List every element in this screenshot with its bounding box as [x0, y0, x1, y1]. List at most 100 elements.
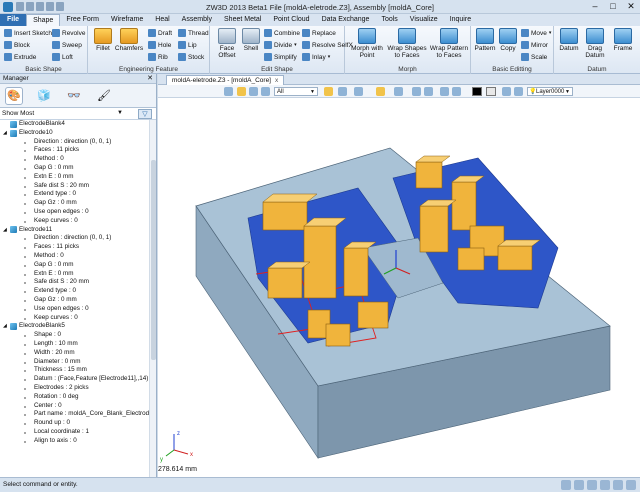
- menu-visualize[interactable]: Visualize: [404, 14, 444, 26]
- tree-property[interactable]: Datum : (Face,Feature [Electrode11],,14): [0, 375, 150, 384]
- section-icon[interactable]: [412, 87, 421, 96]
- shaded-mode-icon[interactable]: [338, 87, 347, 96]
- line-color-swatch[interactable]: [472, 87, 482, 96]
- query-icon[interactable]: [261, 87, 270, 96]
- datum-button[interactable]: Datum: [556, 28, 582, 52]
- insert-sketch-button[interactable]: Insert Sketch: [4, 28, 52, 38]
- palette-tab-icon[interactable]: 🧊: [35, 87, 53, 105]
- tree-property[interactable]: Part name : moldA_Core_Blank_Electrode: [0, 410, 150, 419]
- tree-property[interactable]: Electrodes : 2 picks: [0, 384, 150, 393]
- tree-property[interactable]: Keep curves : 0: [0, 314, 150, 323]
- morph-with-point-button[interactable]: Morph with Point: [349, 28, 385, 59]
- filter-icon[interactable]: ▽: [138, 109, 152, 119]
- scrollbar-thumb[interactable]: [151, 160, 156, 360]
- tree-property[interactable]: Faces : 11 picks: [0, 243, 150, 252]
- mirror-button[interactable]: Mirror: [521, 40, 548, 50]
- menu-heal[interactable]: Heal: [149, 14, 175, 26]
- rib-button[interactable]: Rib: [148, 52, 168, 62]
- tree-property[interactable]: Method : 0: [0, 252, 150, 261]
- menu-tools[interactable]: Tools: [375, 14, 403, 26]
- fillet-button[interactable]: Fillet: [92, 28, 114, 52]
- tree-property[interactable]: Direction : direction (0, 0, 1): [0, 138, 150, 147]
- snap-icon[interactable]: [237, 87, 246, 96]
- pick-filter-select[interactable]: All ▼: [274, 87, 318, 96]
- tree-property[interactable]: Round up : 0: [0, 419, 150, 428]
- tree-property[interactable]: Gap G : 0 mm: [0, 164, 150, 173]
- revolve-button[interactable]: Revolve: [52, 28, 85, 38]
- tree-scrollbar[interactable]: [149, 120, 156, 477]
- tree-property[interactable]: Rotation : 0 deg: [0, 393, 150, 402]
- replace-button[interactable]: Replace: [302, 28, 336, 38]
- tree-property[interactable]: Use open edges : 0: [0, 208, 150, 217]
- lip-button[interactable]: Lip: [178, 40, 197, 50]
- loft-button[interactable]: Loft: [52, 52, 73, 62]
- inlay-button[interactable]: Inlay ▾: [302, 52, 330, 62]
- point-style-icon[interactable]: [502, 87, 511, 96]
- scale-button[interactable]: Scale: [521, 52, 547, 62]
- menu-assembly[interactable]: Assembly: [176, 14, 218, 26]
- history-tab-icon[interactable]: 🎨: [5, 86, 23, 105]
- menu-data-exchange[interactable]: Data Exchange: [316, 14, 376, 26]
- expand-toggle-icon[interactable]: ◢: [3, 322, 8, 331]
- view-tab-icon[interactable]: 👓: [65, 87, 83, 105]
- layer-manager-icon[interactable]: [514, 87, 523, 96]
- pan-icon[interactable]: [600, 480, 610, 490]
- tree-property[interactable]: Extn E : 0 mm: [0, 173, 150, 182]
- menu-point-cloud[interactable]: Point Cloud: [267, 14, 315, 26]
- tree-property[interactable]: Shape : 0: [0, 331, 150, 340]
- zoom-fit-icon[interactable]: [587, 480, 597, 490]
- tree-property[interactable]: Thickness : 15 mm: [0, 366, 150, 375]
- pattern-button[interactable]: Pattern: [473, 28, 497, 52]
- 3d-scene[interactable]: x y z 278.614 mm: [158, 98, 640, 477]
- stock-button[interactable]: Stock: [178, 52, 204, 62]
- menu-wireframe[interactable]: Wireframe: [105, 14, 149, 26]
- face-offset-button[interactable]: Face Offset: [213, 28, 241, 59]
- layer-select[interactable]: 💡 Layer0000 ▼: [527, 87, 573, 96]
- line-style-icon[interactable]: [440, 87, 449, 96]
- wrap-shapes-button[interactable]: Wrap Shapes to Faces: [387, 28, 427, 59]
- view-orient-icon[interactable]: [324, 87, 333, 96]
- close-button[interactable]: ✕: [624, 1, 638, 12]
- simplify-button[interactable]: Simplify: [264, 52, 297, 62]
- menu-sheet-metal[interactable]: Sheet Metal: [218, 14, 267, 26]
- tree-property[interactable]: Length : 10 mm: [0, 340, 150, 349]
- move-button[interactable]: Move ▾: [521, 28, 551, 38]
- wrap-pattern-button[interactable]: Wrap Pattern to Faces: [429, 28, 469, 59]
- shell-button[interactable]: Shell: [240, 28, 262, 52]
- tree-property[interactable]: Extend type : 0: [0, 190, 150, 199]
- hole-button[interactable]: Hole: [148, 40, 171, 50]
- maximize-button[interactable]: □: [606, 1, 620, 12]
- sweep-button[interactable]: Sweep: [52, 40, 82, 50]
- drag-datum-button[interactable]: Drag Datum: [582, 28, 608, 59]
- tree-property[interactable]: Faces : 11 picks: [0, 146, 150, 155]
- extrude-button[interactable]: Extrude: [4, 52, 36, 62]
- block-button[interactable]: Block: [4, 40, 30, 50]
- fullscreen-icon[interactable]: [626, 480, 636, 490]
- menu-inquire[interactable]: Inquire: [444, 14, 477, 26]
- expand-toggle-icon[interactable]: ◢: [3, 226, 8, 235]
- expand-toggle-icon[interactable]: ◢: [3, 129, 8, 138]
- line-width-icon[interactable]: [452, 87, 461, 96]
- tree-node[interactable]: ElectrodeBlank4: [0, 120, 150, 129]
- select-icon[interactable]: [249, 87, 258, 96]
- show-filter-select[interactable]: Show Most: [2, 110, 34, 117]
- fill-color-swatch[interactable]: [486, 87, 496, 96]
- copy-button[interactable]: Copy: [497, 28, 519, 52]
- thread-button[interactable]: Thread: [178, 28, 209, 38]
- rotate-icon[interactable]: [613, 480, 623, 490]
- tree-property[interactable]: Safe dist S : 20 mm: [0, 278, 150, 287]
- chamfers-button[interactable]: Chamfers: [114, 28, 144, 52]
- grid-icon[interactable]: [574, 480, 584, 490]
- layout-icon[interactable]: [561, 480, 571, 490]
- tree-node[interactable]: ◢ ElectrodeBlank5: [0, 322, 150, 331]
- menu-file[interactable]: File: [0, 14, 27, 26]
- close-icon[interactable]: ✕: [147, 74, 153, 84]
- tree-property[interactable]: Extend type : 0: [0, 287, 150, 296]
- divide-button[interactable]: Divide ▾: [264, 40, 297, 50]
- frame-button[interactable]: Frame: [610, 28, 636, 52]
- tree-node[interactable]: ◢ Electrode11: [0, 226, 150, 235]
- tree-property[interactable]: Local coordinate : 1: [0, 428, 150, 437]
- document-tab[interactable]: moldA-eletrode.Z3 - [moldA_Core] x: [166, 75, 285, 85]
- tree-property[interactable]: Gap Gz : 0 mm: [0, 199, 150, 208]
- color-palette-icon[interactable]: [376, 87, 385, 96]
